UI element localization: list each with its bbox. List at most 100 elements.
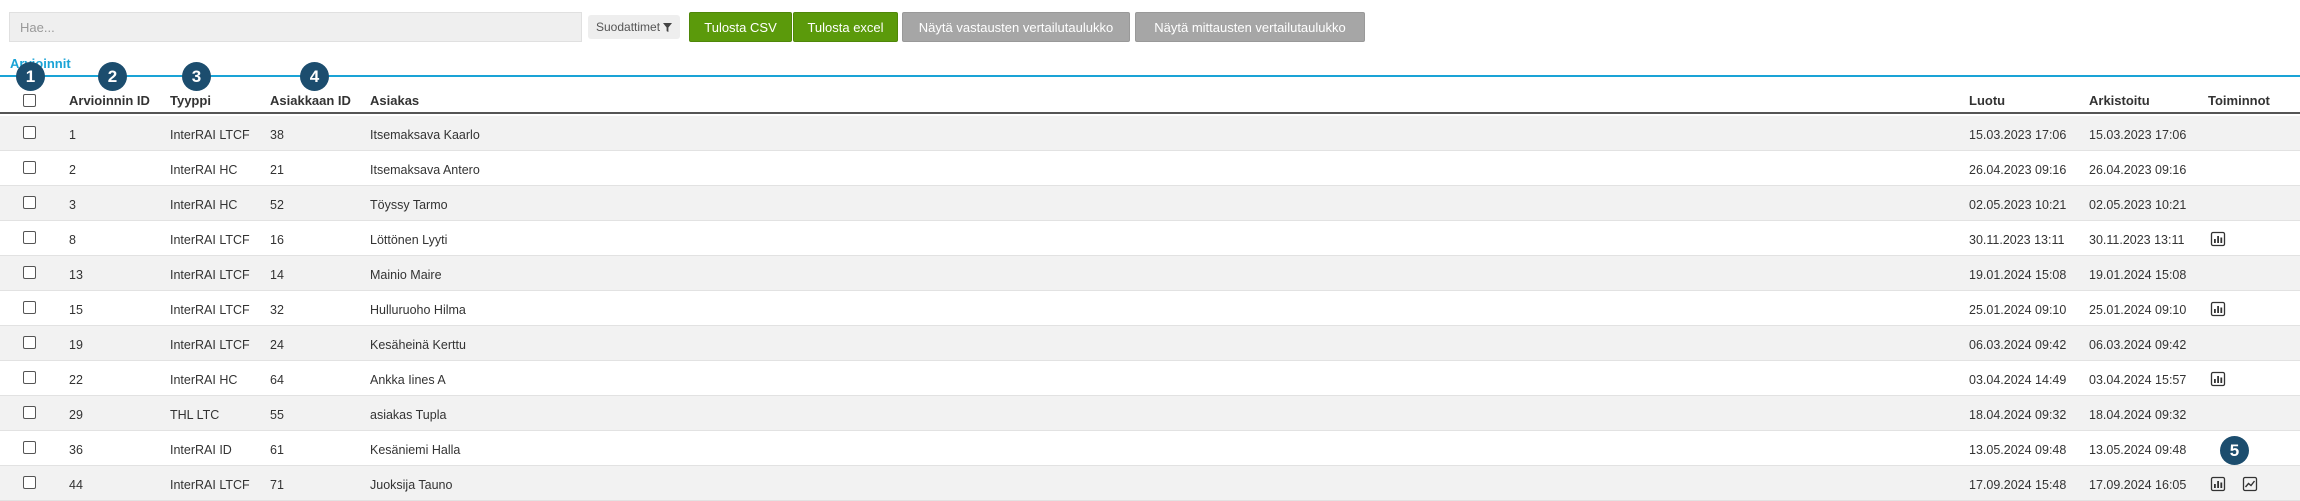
cell-created: 03.04.2024 14:49 — [1969, 373, 2067, 387]
cell-created: 13.05.2024 09:48 — [1969, 443, 2067, 457]
trend-chart-icon[interactable] — [2242, 476, 2258, 492]
cell-client: Mainio Maire — [370, 268, 442, 282]
cell-assessment-id: 44 — [69, 478, 83, 492]
cell-created: 25.01.2024 09:10 — [1969, 303, 2067, 317]
cell-created: 18.04.2024 09:32 — [1969, 408, 2067, 422]
cell-type: InterRAI HC — [170, 198, 238, 212]
cell-created: 15.03.2023 17:06 — [1969, 128, 2067, 142]
cell-type: InterRAI LTCF — [170, 303, 250, 317]
table-row[interactable]: 29 THL LTC 55 asiakas Tupla 18.04.2024 09:32… — [0, 396, 2300, 431]
filters-label: Suodattimet — [596, 20, 661, 34]
cell-created: 06.03.2024 09:42 — [1969, 338, 2067, 352]
table-row[interactable]: 22 InterRAI HC 64 Ankka Iines A 03.04.2024 1… — [0, 361, 2300, 396]
row-checkbox[interactable] — [23, 126, 36, 139]
cell-client-id: 14 — [270, 268, 284, 282]
cell-archived: 25.01.2024 09:10 — [2089, 303, 2187, 317]
cell-client: Itsemaksava Antero — [370, 163, 480, 177]
cell-client: Ankka Iines A — [370, 373, 446, 387]
row-checkbox[interactable] — [23, 336, 36, 349]
measures-comparison-button[interactable]: Näytä mittausten vertailutaulukko — [1135, 12, 1365, 42]
cell-client-id: 71 — [270, 478, 284, 492]
tab-bar: Arvioinnit — [0, 54, 2300, 77]
cell-client: Kesäniemi Halla — [370, 443, 461, 457]
search-input[interactable] — [9, 12, 582, 42]
answers-comparison-button[interactable]: Näytä vastausten vertailutaulukko — [902, 12, 1130, 42]
cell-assessment-id: 22 — [69, 373, 83, 387]
cell-type: InterRAI HC — [170, 373, 238, 387]
cell-assessment-id: 13 — [69, 268, 83, 282]
report-icon[interactable] — [2210, 301, 2226, 317]
row-checkbox[interactable] — [23, 161, 36, 174]
table-row[interactable]: 3 InterRAI HC 52 Töyssy Tarmo 02.05.2023 10:… — [0, 186, 2300, 221]
table-row[interactable]: 1 InterRAI LTCF 38 Itsemaksava Kaarlo 15.03.… — [0, 116, 2300, 151]
table-row[interactable]: 36 InterRAI ID 61 Kesäniemi Halla 13.05.2024… — [0, 431, 2300, 466]
cell-type: InterRAI ID — [170, 443, 232, 457]
cell-client: asiakas Tupla — [370, 408, 447, 422]
cell-assessment-id: 8 — [69, 233, 76, 247]
cell-created: 02.05.2023 10:21 — [1969, 198, 2067, 212]
header-actions: Toiminnot — [2208, 93, 2270, 108]
cell-client-id: 21 — [270, 163, 284, 177]
cell-type: InterRAI HC — [170, 163, 238, 177]
cell-assessment-id: 2 — [69, 163, 76, 177]
row-checkbox[interactable] — [23, 406, 36, 419]
cell-type: InterRAI LTCF — [170, 268, 250, 282]
cell-archived: 17.09.2024 16:05 — [2089, 478, 2187, 492]
annotation-marker-2: 2 — [98, 62, 127, 91]
header-client[interactable]: Asiakas — [370, 93, 419, 108]
cell-assessment-id: 29 — [69, 408, 83, 422]
header-type[interactable]: Tyyppi — [170, 93, 211, 108]
header-archived[interactable]: Arkistoitu — [2089, 93, 2150, 108]
table-header: Arvioinnin ID Tyyppi Asiakkaan ID Asiaka… — [0, 86, 2300, 114]
report-icon[interactable] — [2210, 476, 2226, 492]
cell-archived: 26.04.2023 09:16 — [2089, 163, 2187, 177]
annotation-marker-1: 1 — [16, 62, 45, 91]
table-row[interactable]: 2 InterRAI HC 21 Itsemaksava Antero 26.04.20… — [0, 151, 2300, 186]
cell-assessment-id: 1 — [69, 128, 76, 142]
filter-icon — [663, 22, 673, 32]
row-checkbox[interactable] — [23, 266, 36, 279]
cell-archived: 30.11.2023 13:11 — [2089, 233, 2185, 247]
print-csv-button[interactable]: Tulosta CSV — [689, 12, 792, 42]
annotation-marker-5: 5 — [2220, 436, 2249, 465]
report-icon[interactable] — [2210, 231, 2226, 247]
row-checkbox[interactable] — [23, 371, 36, 384]
toolbar: Suodattimet Tulosta CSV Tulosta excel Nä… — [0, 0, 2300, 50]
cell-client: Itsemaksava Kaarlo — [370, 128, 480, 142]
header-created[interactable]: Luotu — [1969, 93, 2005, 108]
cell-client: Töyssy Tarmo — [370, 198, 448, 212]
cell-created: 30.11.2023 13:11 — [1969, 233, 2065, 247]
select-all-checkbox[interactable] — [23, 94, 36, 107]
header-assessment-id[interactable]: Arvioinnin ID — [69, 93, 150, 108]
row-checkbox[interactable] — [23, 476, 36, 489]
cell-assessment-id: 36 — [69, 443, 83, 457]
cell-archived: 15.03.2023 17:06 — [2089, 128, 2187, 142]
print-excel-button[interactable]: Tulosta excel — [793, 12, 898, 42]
cell-type: InterRAI LTCF — [170, 233, 250, 247]
row-checkbox[interactable] — [23, 441, 36, 454]
cell-type: InterRAI LTCF — [170, 478, 250, 492]
cell-created: 26.04.2023 09:16 — [1969, 163, 2067, 177]
report-icon[interactable] — [2210, 371, 2226, 387]
cell-archived: 02.05.2023 10:21 — [2089, 198, 2187, 212]
row-checkbox[interactable] — [23, 231, 36, 244]
cell-client-id: 16 — [270, 233, 284, 247]
cell-client-id: 64 — [270, 373, 284, 387]
table-row[interactable]: 15 InterRAI LTCF 32 Hulluruoho Hilma 25.01.2… — [0, 291, 2300, 326]
cell-client-id: 52 — [270, 198, 284, 212]
header-client-id[interactable]: Asiakkaan ID — [270, 93, 351, 108]
cell-client-id: 32 — [270, 303, 284, 317]
annotation-marker-4: 4 — [300, 62, 329, 91]
table-row[interactable]: 44 InterRAI LTCF 71 Juoksija Tauno 17.09.202… — [0, 466, 2300, 501]
row-checkbox[interactable] — [23, 301, 36, 314]
table-row[interactable]: 8 InterRAI LTCF 16 Löttönen Lyyti 30.11.2023… — [0, 221, 2300, 256]
cell-client: Löttönen Lyyti — [370, 233, 448, 247]
tab-underline — [0, 75, 2300, 77]
table-row[interactable]: 13 InterRAI LTCF 14 Mainio Maire 19.01.2024 … — [0, 256, 2300, 291]
table-row[interactable]: 19 InterRAI LTCF 24 Kesäheinä Kerttu 06.03.2… — [0, 326, 2300, 361]
cell-type: InterRAI LTCF — [170, 128, 250, 142]
filters-button[interactable]: Suodattimet — [588, 15, 681, 39]
cell-archived: 18.04.2024 09:32 — [2089, 408, 2187, 422]
cell-created: 17.09.2024 15:48 — [1969, 478, 2067, 492]
row-checkbox[interactable] — [23, 196, 36, 209]
